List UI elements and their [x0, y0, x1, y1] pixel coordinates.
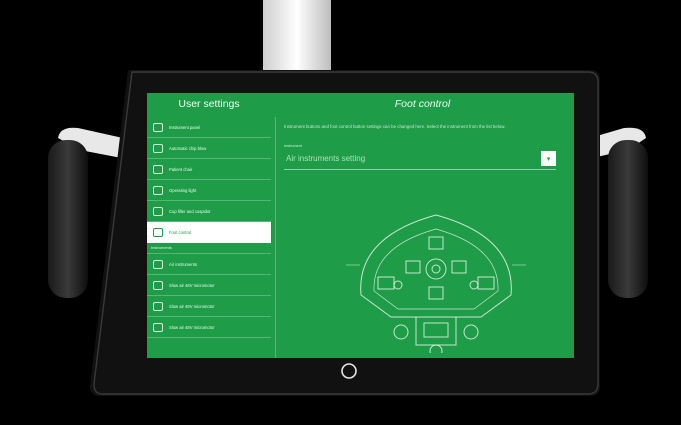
sidebar-item-micromotor-3[interactable]: Slow air 48V micromotor: [147, 317, 271, 338]
sidebar-item-label: Slow air 48V micromotor: [169, 282, 215, 288]
sidebar-item-air-instruments[interactable]: Air instruments: [147, 254, 271, 275]
foot-button-lower-left: [393, 324, 409, 340]
sidebar-title: User settings: [178, 98, 240, 110]
sidebar-item-operating-light[interactable]: Operating light: [147, 180, 271, 201]
sidebar-item-label: Slow air 48V micromotor: [169, 324, 215, 330]
sidebar-item-label: Slow air 48V micromotor: [169, 303, 215, 309]
patient-chair-icon: [153, 164, 163, 174]
sidebar-item-foot-control[interactable]: Foot control: [147, 222, 271, 243]
description-text: Instrument buttons and foot control butt…: [284, 124, 506, 129]
light-icon: [153, 185, 163, 195]
sidebar-item-label: Instrument panel: [169, 124, 201, 130]
air-blow-icon: [153, 143, 163, 153]
sidebar-item-label: Automatic chip blow: [169, 145, 207, 151]
sidebar-item-chip-blow[interactable]: Automatic chip blow: [147, 138, 271, 159]
foot-control-icon: [153, 227, 163, 237]
sidebar-item-label: Patient chair: [169, 166, 193, 172]
instrument-icon: [153, 322, 163, 332]
instrument-select-label: Instrument: [284, 144, 302, 148]
foot-button-left: [405, 260, 421, 274]
foot-button-bottom: [429, 344, 443, 353]
monitor-scene: User settings Foot control Instrument pa…: [0, 0, 681, 425]
cup-icon: [153, 206, 163, 216]
instrument-icon: [153, 259, 163, 269]
foot-control-diagram: [346, 214, 526, 353]
instrument-icon: [153, 301, 163, 311]
sidebar-item-label: Foot control: [169, 229, 192, 235]
foot-pedal-hub: [425, 258, 447, 280]
sidebar-item-instrument-panel[interactable]: Instrument panel: [147, 117, 271, 138]
sidebar-item-micromotor-1[interactable]: Slow air 48V micromotor: [147, 275, 271, 296]
sidebar-item-label: Air instruments: [169, 261, 197, 267]
foot-button-lower-right: [463, 324, 479, 340]
touch-screen: User settings Foot control Instrument pa…: [147, 93, 574, 358]
instrument-select-value: Air instruments setting: [286, 154, 366, 163]
sidebar-section-instruments: Instruments: [147, 243, 271, 254]
sidebar-item-patient-chair[interactable]: Patient chair: [147, 159, 271, 180]
foot-control-panel: Instrument buttons and foot control butt…: [275, 117, 571, 358]
instrument-icon: [153, 280, 163, 290]
instrument-select[interactable]: Air instruments setting ▾: [284, 151, 556, 170]
sidebar-item-label: Operating light: [169, 187, 197, 193]
sidebar-item-label: Cup filler and cuspidor: [169, 208, 211, 214]
sidebar-item-micromotor-2[interactable]: Slow air 48V micromotor: [147, 296, 271, 317]
chevron-down-icon[interactable]: ▾: [541, 151, 556, 166]
instrument-panel-icon: [153, 122, 163, 132]
page-title: Foot control: [394, 98, 451, 110]
settings-sidebar: Instrument panel Automatic chip blow Pat…: [147, 117, 271, 358]
foot-button-right-pad: [477, 276, 495, 290]
foot-button-down: [428, 286, 444, 300]
foot-button-left-pad: [377, 276, 395, 290]
foot-button-up: [428, 236, 444, 250]
sidebar-item-cup-filler[interactable]: Cup filler and cuspidor: [147, 201, 271, 222]
foot-pedal-outline: [360, 214, 512, 318]
foot-button-right: [451, 260, 467, 274]
